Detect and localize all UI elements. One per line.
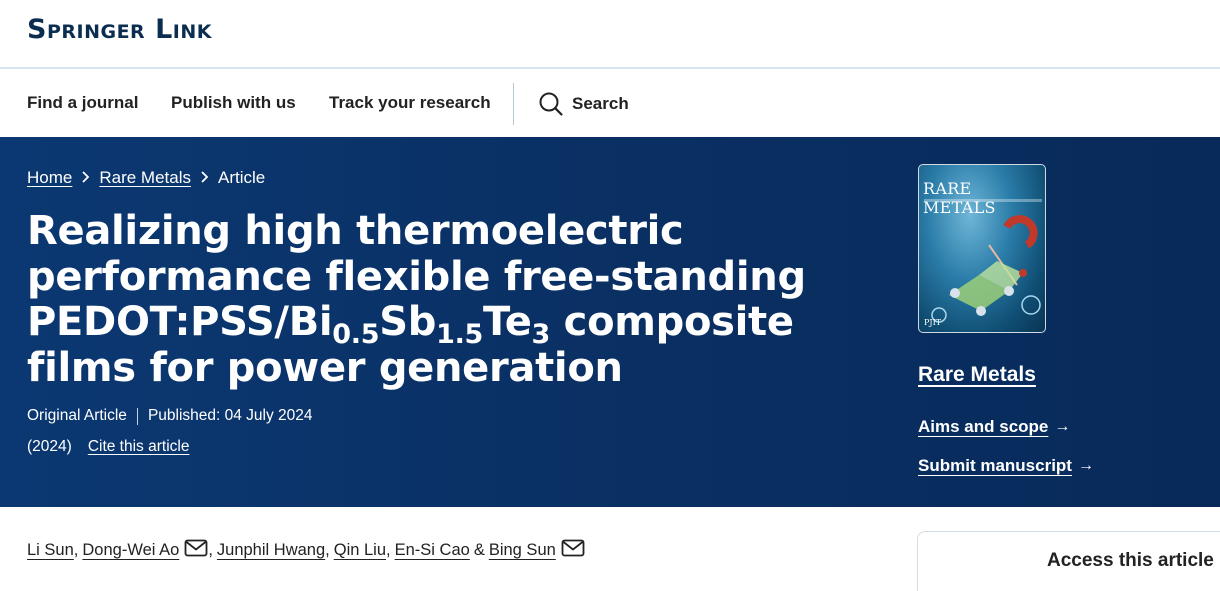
- author-link[interactable]: Qin Liu: [334, 541, 386, 560]
- chevron-right-icon: [81, 170, 90, 187]
- search-label: Search: [572, 94, 629, 113]
- author-separator: ,: [208, 541, 213, 559]
- nav-track-research[interactable]: Track your research: [329, 93, 491, 113]
- springer-link-logo[interactable]: Springer Link: [27, 14, 212, 45]
- author-separator: ,: [73, 541, 79, 559]
- access-article-panel: Access this article: [917, 531, 1220, 591]
- article-meta: Original Article Published: 04 July 2024: [27, 407, 313, 425]
- author-link[interactable]: Li Sun: [27, 541, 74, 560]
- meta-divider: [136, 407, 138, 425]
- access-article-title: Access this article: [1047, 550, 1214, 571]
- breadcrumb-journal[interactable]: Rare Metals: [99, 168, 191, 188]
- nav-publish-with-us[interactable]: Publish with us: [171, 93, 296, 113]
- nav-find-journal[interactable]: Find a journal: [27, 93, 138, 113]
- nav-divider: [513, 83, 514, 125]
- main-nav: Find a journal Publish with us Track you…: [0, 71, 1220, 137]
- submit-manuscript-label: Submit manuscript: [918, 456, 1072, 475]
- published-date: Published: 04 July 2024: [147, 407, 313, 424]
- article-year: (2024): [27, 438, 72, 455]
- author-list: Li Sun , Dong-Wei Ao , Junphil Hwang , Q…: [27, 539, 585, 562]
- author-link[interactable]: Bing Sun: [489, 541, 556, 560]
- email-icon[interactable]: [184, 539, 208, 562]
- submit-manuscript-link[interactable]: Submit manuscript →: [918, 456, 1094, 476]
- author-separator: ,: [386, 541, 391, 559]
- title-text: Sb: [379, 299, 437, 345]
- journal-cover-image[interactable]: RARE METALS PJIT: [918, 164, 1046, 333]
- arrow-right-icon: →: [1077, 457, 1094, 474]
- aims-and-scope-link[interactable]: Aims and scope →: [918, 417, 1070, 437]
- cover-publisher-mark: PJIT: [924, 318, 942, 327]
- breadcrumb-current: Article: [218, 168, 266, 187]
- title-text: Te: [483, 299, 532, 345]
- journal-name-link[interactable]: Rare Metals: [918, 363, 1036, 387]
- author-separator: ,: [325, 541, 330, 559]
- author-link[interactable]: Dong-Wei Ao: [82, 541, 179, 560]
- chevron-right-icon: [200, 170, 209, 187]
- author-separator: &: [473, 541, 485, 559]
- breadcrumb: Home Rare Metals Article: [27, 168, 265, 188]
- aims-and-scope-label: Aims and scope: [918, 417, 1049, 436]
- article-title: Realizing high thermoelectric performanc…: [27, 208, 857, 391]
- author-link[interactable]: Junphil Hwang: [217, 541, 325, 560]
- article-citation: (2024) Cite this article: [27, 438, 189, 456]
- article-type: Original Article: [27, 407, 127, 424]
- arrow-right-icon: →: [1054, 418, 1071, 435]
- article-hero: Home Rare Metals Article Realizing high …: [0, 137, 1220, 507]
- author-link[interactable]: En-Si Cao: [395, 541, 470, 560]
- search-button[interactable]: Search: [538, 91, 629, 117]
- magnet-illustration: [931, 215, 1041, 323]
- email-icon[interactable]: [561, 539, 585, 562]
- brand-header: Springer Link: [0, 0, 1220, 69]
- cite-this-article-link[interactable]: Cite this article: [88, 438, 190, 456]
- breadcrumb-home[interactable]: Home: [27, 168, 72, 188]
- search-icon: [539, 92, 563, 116]
